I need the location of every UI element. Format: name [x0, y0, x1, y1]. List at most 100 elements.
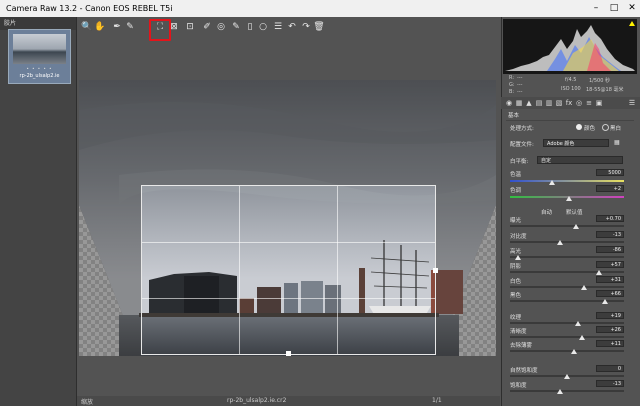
temperature-value[interactable]: 5000 [596, 169, 624, 176]
thumbnail-filename: rp-2b_ulsalp2.ie [19, 73, 60, 79]
transform-icon[interactable]: ⊡ [184, 20, 196, 34]
auto-button[interactable]: 自动 [541, 208, 552, 216]
slider-value[interactable]: +66 [596, 290, 624, 297]
tab-tone-curve-icon[interactable]: ▦ [515, 99, 523, 107]
slider-value[interactable]: +11 [596, 340, 624, 347]
highlight-clipping-icon[interactable] [629, 21, 635, 26]
tab-split-toning-icon[interactable]: ▥ [545, 99, 553, 107]
slider-knob[interactable] [570, 349, 577, 354]
slider-knob[interactable] [564, 374, 570, 379]
slider-track[interactable] [510, 286, 624, 288]
color-sampler-icon[interactable]: ✎ [124, 20, 136, 34]
slider-value[interactable]: 0 [596, 365, 624, 372]
crop-handle-bottom[interactable] [286, 351, 291, 356]
tint-slider-knob[interactable] [566, 196, 573, 201]
tint-value[interactable]: +2 [596, 185, 624, 192]
treatment-bw-label: 黑白 [610, 126, 622, 132]
rgb-r-value: --- [517, 75, 523, 81]
slider-knob[interactable] [575, 321, 582, 326]
thumbnail-image [13, 34, 66, 64]
tab-hsl-icon[interactable]: ▤ [535, 99, 543, 107]
slider-value[interactable]: +26 [596, 326, 624, 333]
temperature-slider-knob[interactable] [549, 180, 556, 185]
slider-knob[interactable] [578, 335, 585, 340]
tab-snapshots-icon[interactable]: ▣ [595, 99, 603, 107]
image-canvas[interactable] [79, 80, 496, 356]
slider-label: 白色 [510, 279, 522, 285]
treatment-bw-radio[interactable] [602, 124, 609, 131]
rotate-left-icon[interactable]: ↶ [286, 20, 298, 34]
thumbnail-rating[interactable]: • • • • • [9, 66, 70, 71]
treatment-color-radio[interactable] [576, 124, 582, 130]
basic-section-title: 基本 [508, 113, 520, 119]
slider-label: 对比度 [510, 234, 527, 240]
slider-knob[interactable] [581, 285, 588, 290]
slider-label: 黑色 [510, 293, 522, 299]
slider-knob[interactable] [595, 270, 602, 275]
slider-knob[interactable] [573, 224, 580, 229]
exif-shutter: 1/500 秒 [589, 78, 610, 84]
rotate-right-icon[interactable]: ↷ [300, 20, 312, 34]
slider-knob[interactable] [601, 299, 608, 304]
white-balance-icon[interactable]: ✒ [111, 20, 123, 34]
radial-filter-icon[interactable]: ○ [257, 20, 269, 34]
slider-track[interactable] [510, 322, 624, 324]
profile-browser-icon[interactable]: ▦ [614, 139, 624, 147]
profile-dropdown[interactable]: Adobe 颜色 [543, 139, 609, 147]
exif-aperture: f/4.5 [565, 77, 577, 83]
default-button[interactable]: 默认值 [566, 208, 583, 216]
slider-label: 纹理 [510, 315, 522, 321]
slider-value[interactable]: +0.70 [596, 215, 624, 222]
tab-lens-icon[interactable]: ▧ [555, 99, 563, 107]
slider-value[interactable]: -13 [596, 380, 624, 387]
slider-value[interactable]: +31 [596, 276, 624, 283]
crop-grid-h1 [142, 242, 435, 243]
tab-effects-icon[interactable]: fx [565, 99, 573, 107]
slider-value[interactable]: +57 [596, 261, 624, 268]
slider-label: 清晰度 [510, 329, 527, 335]
slider-value[interactable]: +19 [596, 312, 624, 319]
rgb-g-label: G: [509, 82, 515, 88]
slider-knob[interactable] [557, 240, 564, 245]
slider-knob[interactable] [557, 389, 564, 394]
slider-label: 自然饱和度 [510, 368, 538, 374]
slider-track[interactable] [510, 225, 624, 227]
slider-track[interactable] [510, 390, 624, 392]
exif-info: R: --- G: --- B: --- f/4.5 1/500 秒 ISO 1… [503, 74, 637, 96]
crop-box[interactable] [141, 185, 438, 356]
slider-knob[interactable] [514, 255, 521, 260]
trash-icon[interactable]: 🗑 [313, 20, 325, 34]
zoom-icon[interactable]: 🔍 [81, 20, 93, 34]
slider-track[interactable] [510, 336, 624, 338]
close-button[interactable]: ✕ [624, 0, 640, 17]
zoom-label[interactable]: 缩放 [81, 397, 93, 406]
slider-track[interactable] [510, 350, 624, 352]
white-balance-label: 白平衡: [510, 159, 529, 165]
temperature-slider[interactable] [510, 180, 624, 182]
filmstrip-thumbnail[interactable]: • • • • • rp-2b_ulsalp2.ie [8, 29, 71, 84]
profile-label: 配置文件: [510, 142, 534, 148]
hand-icon[interactable]: ✋ [94, 20, 106, 34]
tab-presets-icon[interactable]: ≡ [585, 99, 593, 107]
slider-value[interactable]: -86 [596, 246, 624, 253]
preferences-icon[interactable]: ☰ [272, 20, 284, 34]
slider-track[interactable] [510, 256, 624, 258]
maximize-button[interactable]: □ [606, 0, 622, 17]
spot-removal-icon[interactable]: ✐ [201, 20, 213, 34]
graduated-filter-icon[interactable]: ▯ [244, 20, 256, 34]
tab-basic-icon[interactable]: ◉ [505, 99, 513, 107]
rgb-r-label: R: [509, 75, 515, 81]
white-balance-dropdown[interactable]: 自定 [537, 156, 623, 164]
rgb-b-label: B: [509, 89, 515, 95]
slider-value[interactable]: -13 [596, 231, 624, 238]
minimize-button[interactable]: – [588, 0, 604, 17]
panel-menu-icon[interactable]: ☰ [628, 99, 636, 107]
redeye-icon[interactable]: ◎ [215, 20, 227, 34]
tab-calibration-icon[interactable]: ◎ [575, 99, 583, 107]
adjustment-brush-icon[interactable]: ✎ [230, 20, 242, 34]
slider-track[interactable] [510, 241, 624, 243]
slider-track[interactable] [510, 271, 624, 273]
tint-label: 色调 [510, 188, 522, 194]
crop-handle-right[interactable] [433, 268, 438, 273]
tab-detail-icon[interactable]: ▲ [525, 99, 533, 107]
